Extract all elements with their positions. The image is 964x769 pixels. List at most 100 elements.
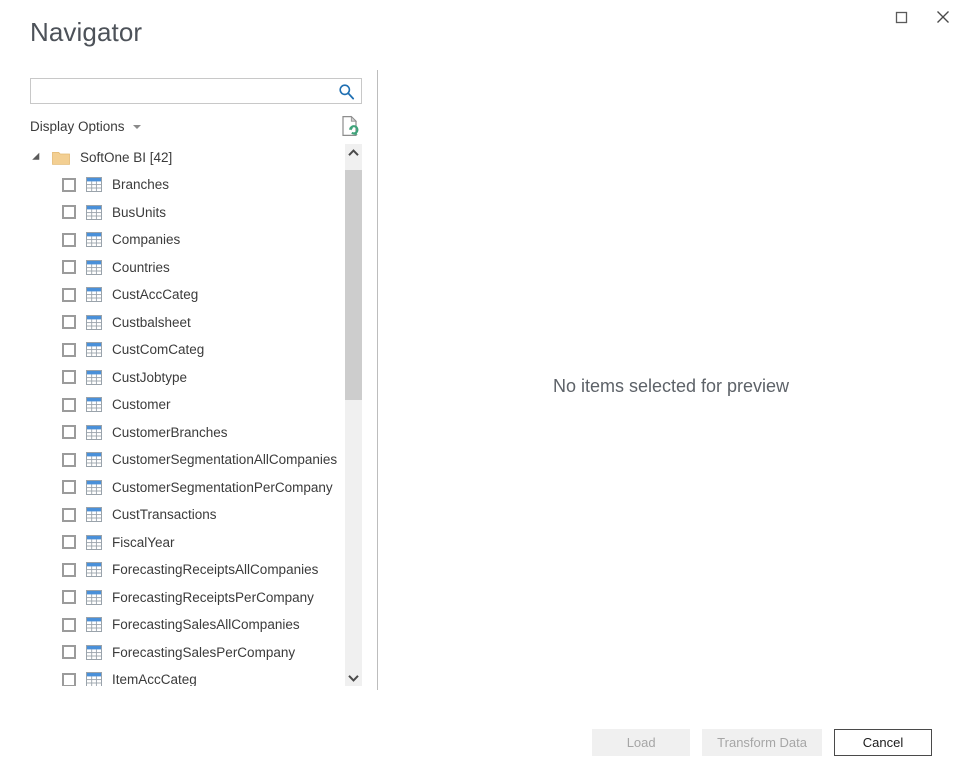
search-icon[interactable]	[337, 82, 355, 100]
tree-item[interactable]: ItemAccCateg	[30, 666, 340, 686]
load-button[interactable]: Load	[592, 729, 690, 756]
tree-item-checkbox[interactable]	[62, 233, 76, 247]
tree-item-checkbox[interactable]	[62, 673, 76, 686]
tree-item[interactable]: ForecastingReceiptsPerCompany	[30, 584, 340, 612]
search-input[interactable]	[31, 80, 331, 102]
tree-item-label: Custbalsheet	[112, 315, 191, 330]
tree-item-label: CustomerSegmentationAllCompanies	[112, 452, 337, 467]
tree-item-checkbox[interactable]	[62, 425, 76, 439]
tree-item-checkbox[interactable]	[62, 205, 76, 219]
tree-item[interactable]: Branches	[30, 171, 340, 199]
tree-item-label: Customer	[112, 397, 171, 412]
display-options-label: Display Options	[30, 119, 125, 134]
tree-item[interactable]: Countries	[30, 254, 340, 282]
table-icon	[86, 535, 102, 550]
tree-item-checkbox[interactable]	[62, 480, 76, 494]
tree-item[interactable]: CustAccCateg	[30, 281, 340, 309]
tree-item-checkbox[interactable]	[62, 260, 76, 274]
tree-item-checkbox[interactable]	[62, 508, 76, 522]
tree-item[interactable]: CustTransactions	[30, 501, 340, 529]
tree-item[interactable]: Companies	[30, 226, 340, 254]
tree-item[interactable]: FiscalYear	[30, 529, 340, 557]
tree-item-label: CustomerBranches	[112, 425, 228, 440]
tree-item-checkbox[interactable]	[62, 645, 76, 659]
table-icon	[86, 287, 102, 302]
scroll-down-button[interactable]	[345, 669, 362, 686]
title-bar	[0, 0, 964, 34]
close-icon	[936, 10, 950, 24]
table-icon	[86, 260, 102, 275]
tree-item[interactable]: CustJobtype	[30, 364, 340, 392]
table-icon	[86, 177, 102, 192]
tree-item-checkbox[interactable]	[62, 370, 76, 384]
options-row: Display Options	[30, 112, 362, 140]
tree-item-label: ForecastingSalesPerCompany	[112, 645, 295, 660]
tree-item-checkbox[interactable]	[62, 453, 76, 467]
tree-item-label: BusUnits	[112, 205, 166, 220]
tree-item-label: CustComCateg	[112, 342, 204, 357]
tree-item[interactable]: CustomerBranches	[30, 419, 340, 447]
tree-item-label: ForecastingReceiptsPerCompany	[112, 590, 314, 605]
table-icon	[86, 315, 102, 330]
table-icon	[86, 590, 102, 605]
table-icon	[86, 370, 102, 385]
tree-item-label: CustJobtype	[112, 370, 187, 385]
tree-item-list: Branches BusUnits CompaniesCountries CustAc…	[30, 171, 340, 686]
tree-item[interactable]: CustomerSegmentationPerCompany	[30, 474, 340, 502]
tree-item-label: ForecastingSalesAllCompanies	[112, 617, 300, 632]
folder-icon	[52, 150, 70, 165]
cancel-button[interactable]: Cancel	[834, 729, 932, 756]
tree-item[interactable]: ForecastingSalesPerCompany	[30, 639, 340, 667]
tree-item-label: ForecastingReceiptsAllCompanies	[112, 562, 318, 577]
tree-item-checkbox[interactable]	[62, 315, 76, 329]
tree-item-label: Branches	[112, 177, 169, 192]
tree-item[interactable]: ForecastingSalesAllCompanies	[30, 611, 340, 639]
preview-pane: No items selected for preview	[378, 70, 964, 690]
tree-item-label: CustTransactions	[112, 507, 217, 522]
table-icon	[86, 480, 102, 495]
transform-data-button[interactable]: Transform Data	[702, 729, 822, 756]
table-icon	[86, 397, 102, 412]
tree-scrollbar[interactable]	[345, 144, 362, 686]
tree-item-label: CustAccCateg	[112, 287, 198, 302]
tree-item-checkbox[interactable]	[62, 178, 76, 192]
tree-item-checkbox[interactable]	[62, 398, 76, 412]
tree-item[interactable]: ForecastingReceiptsAllCompanies	[30, 556, 340, 584]
window-controls	[880, 0, 964, 34]
refresh-document-icon[interactable]	[340, 115, 360, 137]
tree-item-checkbox[interactable]	[62, 590, 76, 604]
table-icon	[86, 342, 102, 357]
tree-root-label: SoftOne BI [42]	[80, 150, 172, 165]
table-icon	[86, 562, 102, 577]
display-options-dropdown[interactable]: Display Options	[30, 119, 141, 134]
scrollbar-thumb[interactable]	[345, 170, 362, 400]
scroll-up-button[interactable]	[345, 144, 362, 161]
tree-view[interactable]: SoftOne BI [42] Branches BusUnits Companie…	[30, 144, 362, 686]
navigator-left-panel: Display Options	[30, 78, 362, 686]
tree-content: SoftOne BI [42] Branches BusUnits Companie…	[30, 144, 340, 686]
table-icon	[86, 672, 102, 686]
expand-collapse-icon[interactable]	[30, 153, 46, 163]
tree-item[interactable]: BusUnits	[30, 199, 340, 227]
search-box[interactable]	[30, 78, 362, 104]
tree-item[interactable]: CustomerSegmentationAllCompanies	[30, 446, 340, 474]
table-icon	[86, 617, 102, 632]
tree-item[interactable]: Customer	[30, 391, 340, 419]
maximize-icon	[895, 11, 908, 24]
table-icon	[86, 452, 102, 467]
maximize-button[interactable]	[880, 2, 922, 32]
tree-item-checkbox[interactable]	[62, 535, 76, 549]
tree-item-checkbox[interactable]	[62, 343, 76, 357]
close-button[interactable]	[922, 2, 964, 32]
tree-item-checkbox[interactable]	[62, 563, 76, 577]
tree-item-checkbox[interactable]	[62, 618, 76, 632]
tree-item[interactable]: Custbalsheet	[30, 309, 340, 337]
tree-item-checkbox[interactable]	[62, 288, 76, 302]
dialog-footer: Load Transform Data Cancel	[0, 728, 964, 756]
table-icon	[86, 205, 102, 220]
table-icon	[86, 425, 102, 440]
tree-item[interactable]: CustComCateg	[30, 336, 340, 364]
chevron-down-icon	[348, 674, 359, 682]
tree-root-node[interactable]: SoftOne BI [42]	[30, 144, 340, 171]
chevron-up-icon	[348, 149, 359, 157]
